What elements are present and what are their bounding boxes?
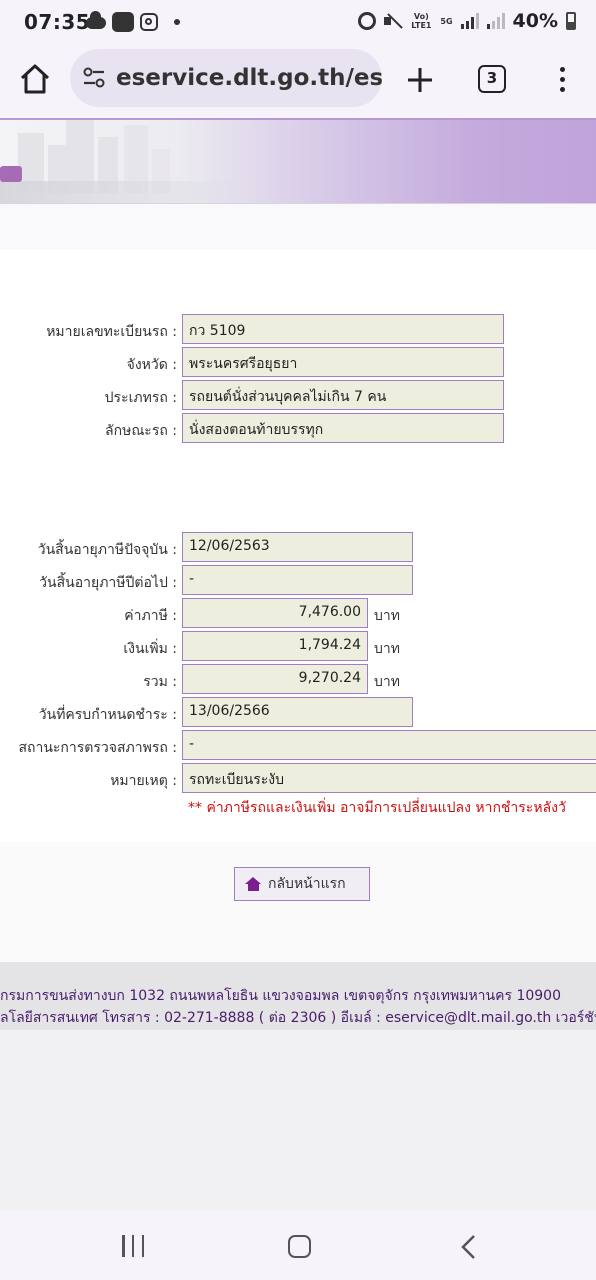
home-nav-icon[interactable] [288,1235,311,1258]
total-unit: บาท [374,674,400,690]
due-date-field: 13/06/2566 [182,697,413,727]
more-vert-icon[interactable] [556,64,568,96]
tax-unit: บาท [374,608,400,624]
house-icon [245,877,262,891]
banner-spacer [0,204,596,250]
android-nav-bar [0,1210,596,1280]
recent-apps-icon[interactable] [122,1235,144,1257]
due-date-label: วันที่ครบกำหนดชำระ : [38,707,177,723]
footer-address: กรมการขนส่งทางบก 1032 ถนนพหลโยธิน แขวงจอ… [0,988,561,1004]
back-to-home-label: กลับหน้าแรก [268,876,346,892]
signal-2-icon [486,13,505,29]
tax-amount-field: 7,476.00 [182,598,368,628]
plate-field: กว 5109 [182,314,504,344]
mute-icon [384,13,402,29]
vehicle-type-label: ประเภทรถ : [104,390,177,406]
site-settings-icon[interactable] [82,67,106,89]
notification-icons [86,11,180,32]
network-5g-icon: 5G [440,16,453,26]
current-expiry-label: วันสิ้นอายุภาษีปัจจุบัน : [37,542,177,558]
instagram-icon [140,13,158,31]
warning-note: ** ค่าภาษีรถและเงินเพิ่ม อาจมีการเปลี่ยน… [188,800,566,816]
back-button-area: กลับหน้าแรก [0,842,596,962]
inspection-field: - [182,730,596,760]
status-bar: 07:35 Vo) LTE1 5G 40% [0,0,596,44]
remark-field: รถทะเบียนระงับ [182,763,596,793]
surcharge-field: 1,794.24 [182,631,368,661]
home-icon[interactable] [18,62,52,96]
vehicle-style-field: นั่งสองตอนท้ายบรรทุก [182,413,504,443]
back-nav-icon[interactable] [460,1234,478,1260]
total-field: 9,270.24 [182,664,368,694]
browser-toolbar: eservice.dlt.go.th/esva 3 [0,44,596,118]
next-expiry-label: วันสิ้นอายุภาษีปีต่อไป : [39,575,177,591]
total-label: รวม : [143,674,177,690]
vehicle-type-field: รถยนต์นั่งส่วนบุคคลไม่เกิน 7 คน [182,380,504,410]
battery-icon [566,12,576,30]
next-expiry-field: - [182,565,413,595]
more-notifications-dot-icon [174,19,180,25]
surcharge-unit: บาท [374,641,400,657]
address-bar[interactable]: eservice.dlt.go.th/esva [70,49,382,107]
dlt-banner [0,118,596,204]
remark-label: หมายเหตุ : [110,773,177,789]
tabs-icon[interactable]: 3 [478,65,506,93]
tax-amount-label: ค่าภาษี : [124,608,177,624]
alarm-icon [358,12,377,30]
system-icons: Vo) LTE1 5G 40% [358,10,576,32]
current-expiry-field: 12/06/2563 [182,532,413,562]
status-time: 07:35 [24,10,91,34]
back-to-home-button[interactable]: กลับหน้าแรก [234,867,370,901]
plus-icon[interactable] [406,66,434,94]
volte-icon: Vo) LTE1 [411,12,432,30]
bus-icon [0,166,22,182]
inspection-label: สถานะการตรวจสภาพรถ : [18,740,177,756]
cloud-icon [86,11,106,29]
footer: กรมการขนส่งทางบก 1032 ถนนพหลโยธิน แขวงจอ… [0,962,596,1030]
plate-label: หมายเลขทะเบียนรถ : [46,324,177,340]
vehicle-style-label: ลักษณะรถ : [105,423,177,439]
page-bottom-area [0,1030,596,1210]
province-label: จังหวัด : [126,357,177,373]
url-text[interactable]: eservice.dlt.go.th/esva [116,65,382,91]
app-notification-icon [112,12,134,32]
signal-icon [460,13,479,29]
surcharge-label: เงินเพิ่ม : [123,641,177,657]
province-field: พระนครศรีอยุธยา [182,347,504,377]
footer-contact: ลโลยีสารสนเทศ โทรสาร : 02-271-8888 ( ต่อ… [0,1010,596,1026]
battery-percent: 40% [512,10,558,32]
